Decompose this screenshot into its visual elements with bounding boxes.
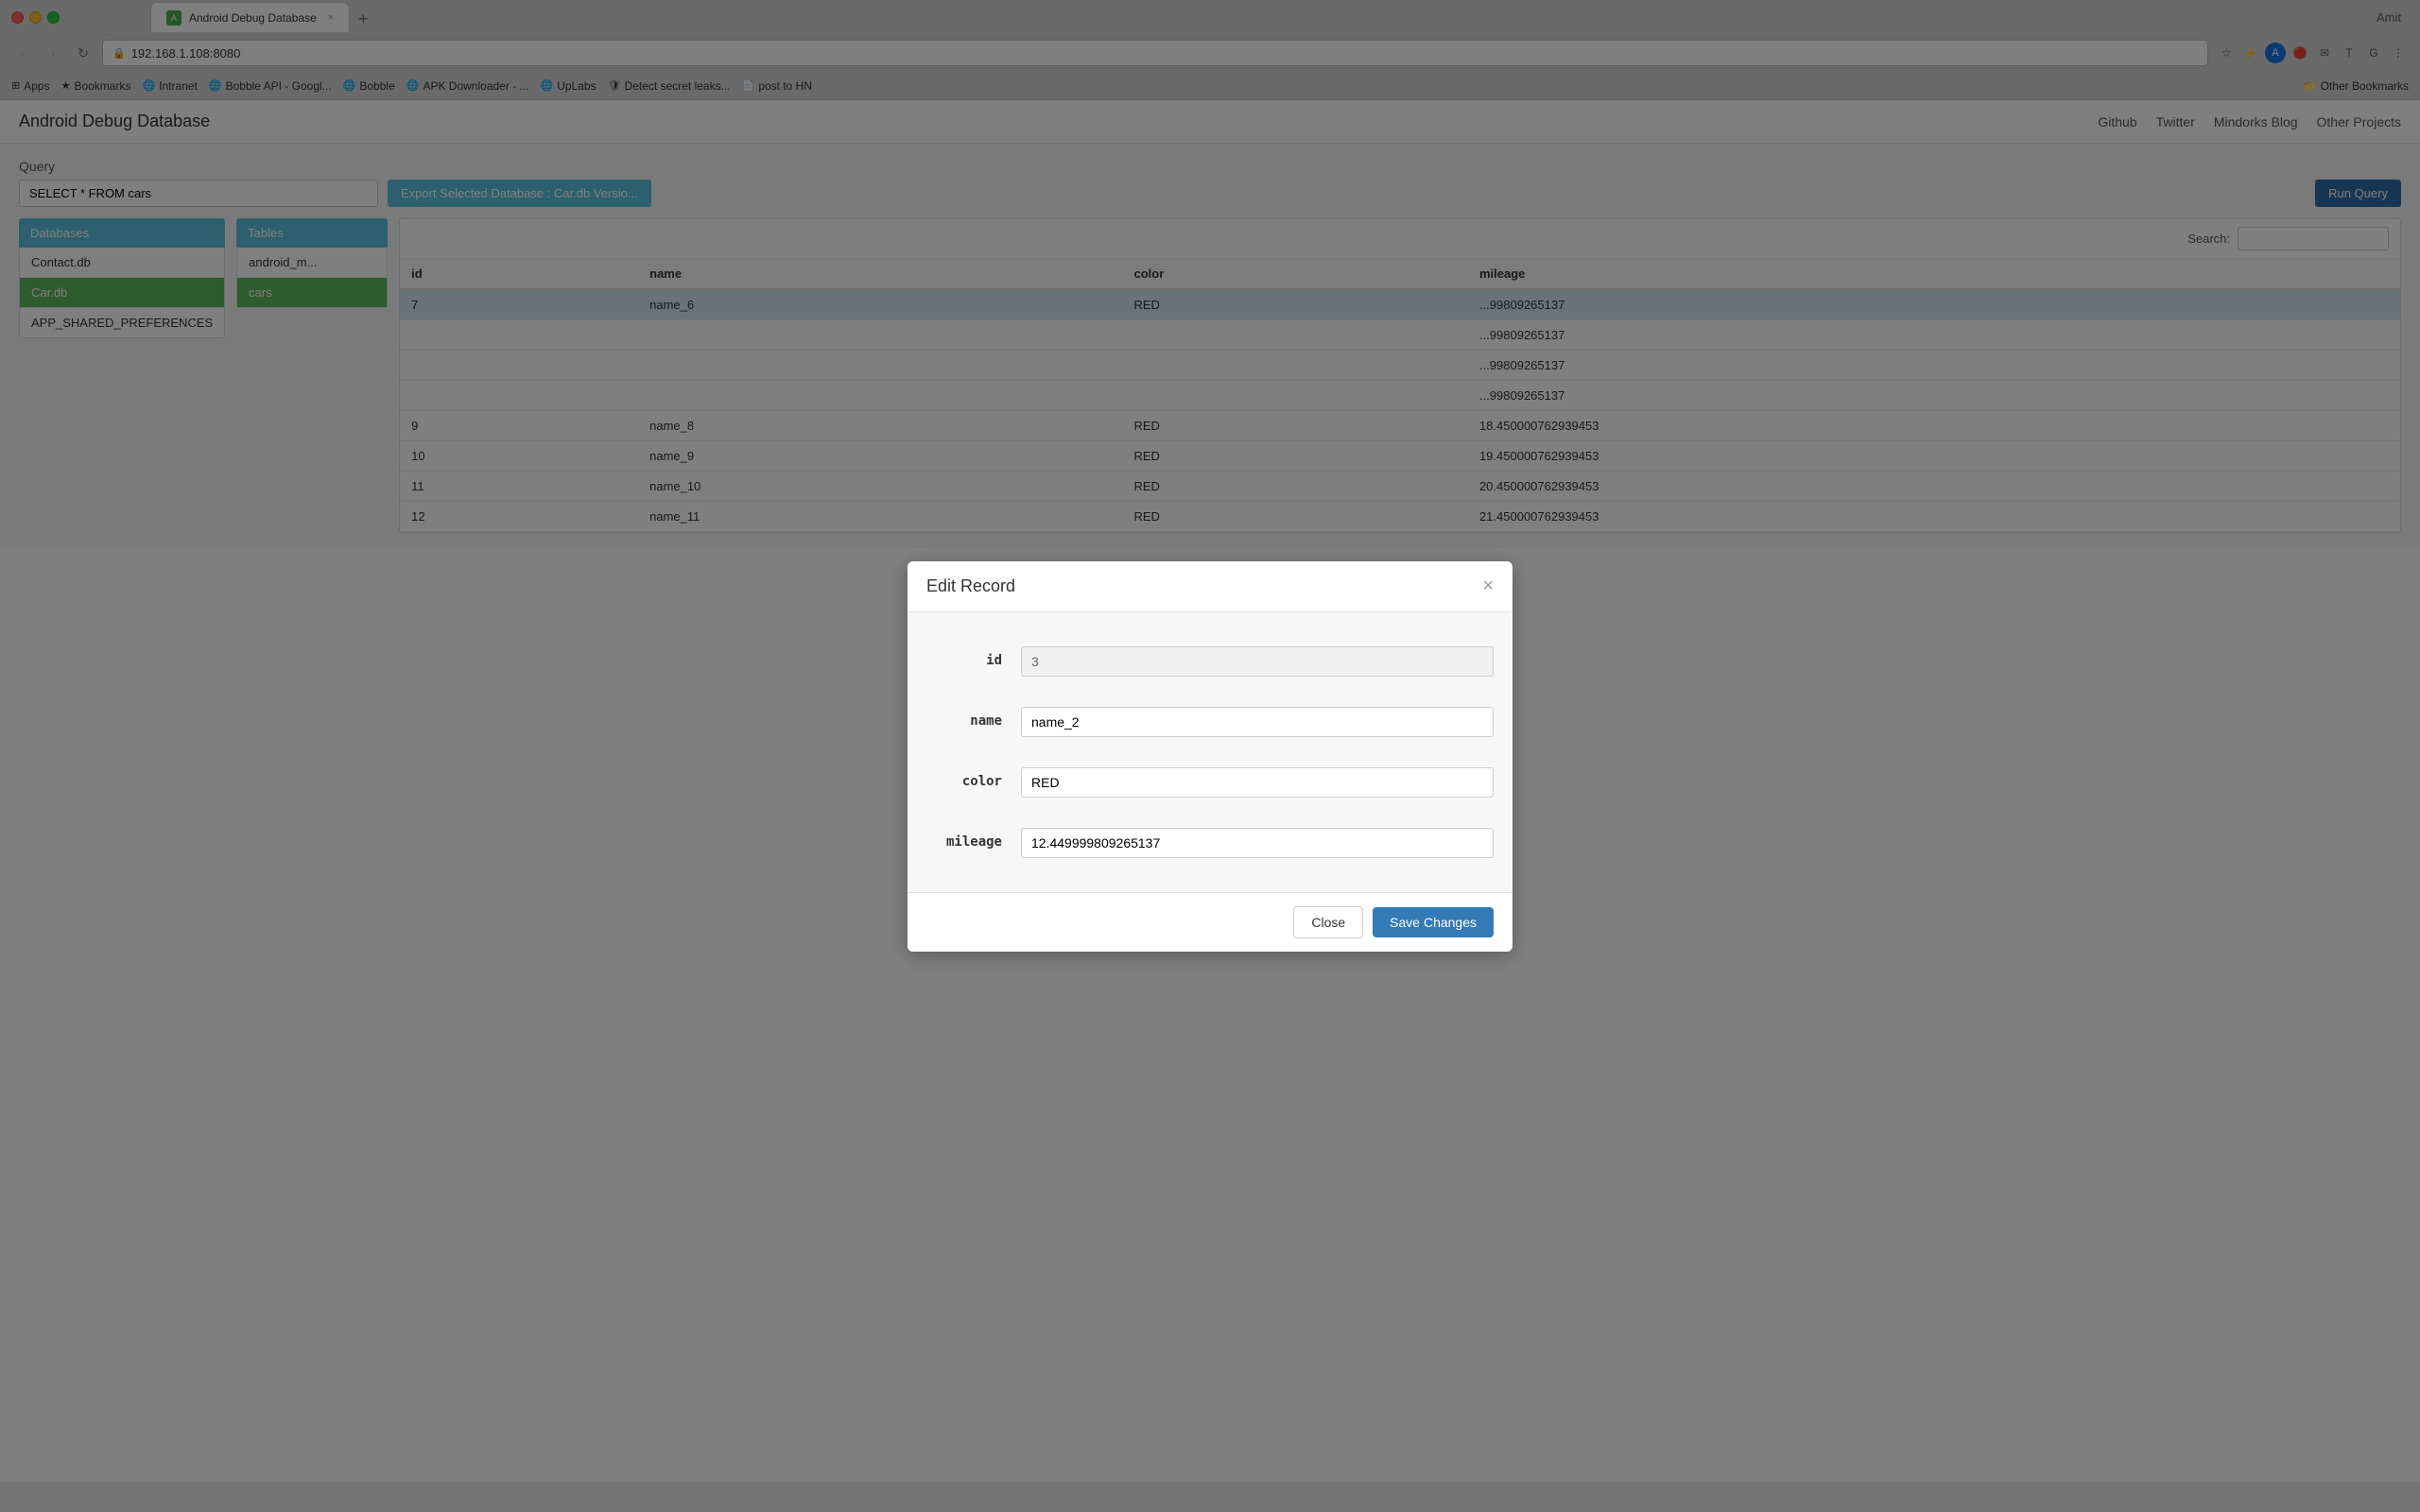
form-input-id <box>1021 646 1494 677</box>
save-changes-button[interactable]: Save Changes <box>1373 907 1494 937</box>
form-row-color: color <box>926 752 1494 813</box>
form-label-name: name <box>926 707 1002 729</box>
close-button[interactable]: Close <box>1293 906 1363 938</box>
form-label-mileage: mileage <box>926 828 1002 850</box>
form-input-color[interactable] <box>1021 767 1494 798</box>
modal-body: id name color mileage <box>908 612 1512 892</box>
form-input-name[interactable] <box>1021 707 1494 737</box>
form-row-name: name <box>926 692 1494 752</box>
modal-overlay: Edit Record × id name color mileage Close S… <box>0 0 2420 1512</box>
form-label-id: id <box>926 646 1002 668</box>
form-row-mileage: mileage <box>926 813 1494 873</box>
form-input-mileage[interactable] <box>1021 828 1494 858</box>
modal-title: Edit Record <box>926 576 1015 596</box>
edit-record-modal: Edit Record × id name color mileage Close S… <box>908 561 1512 952</box>
form-row-id: id <box>926 631 1494 692</box>
modal-header: Edit Record × <box>908 561 1512 612</box>
form-label-color: color <box>926 767 1002 789</box>
modal-close-x-button[interactable]: × <box>1482 576 1494 595</box>
modal-footer: Close Save Changes <box>908 892 1512 952</box>
